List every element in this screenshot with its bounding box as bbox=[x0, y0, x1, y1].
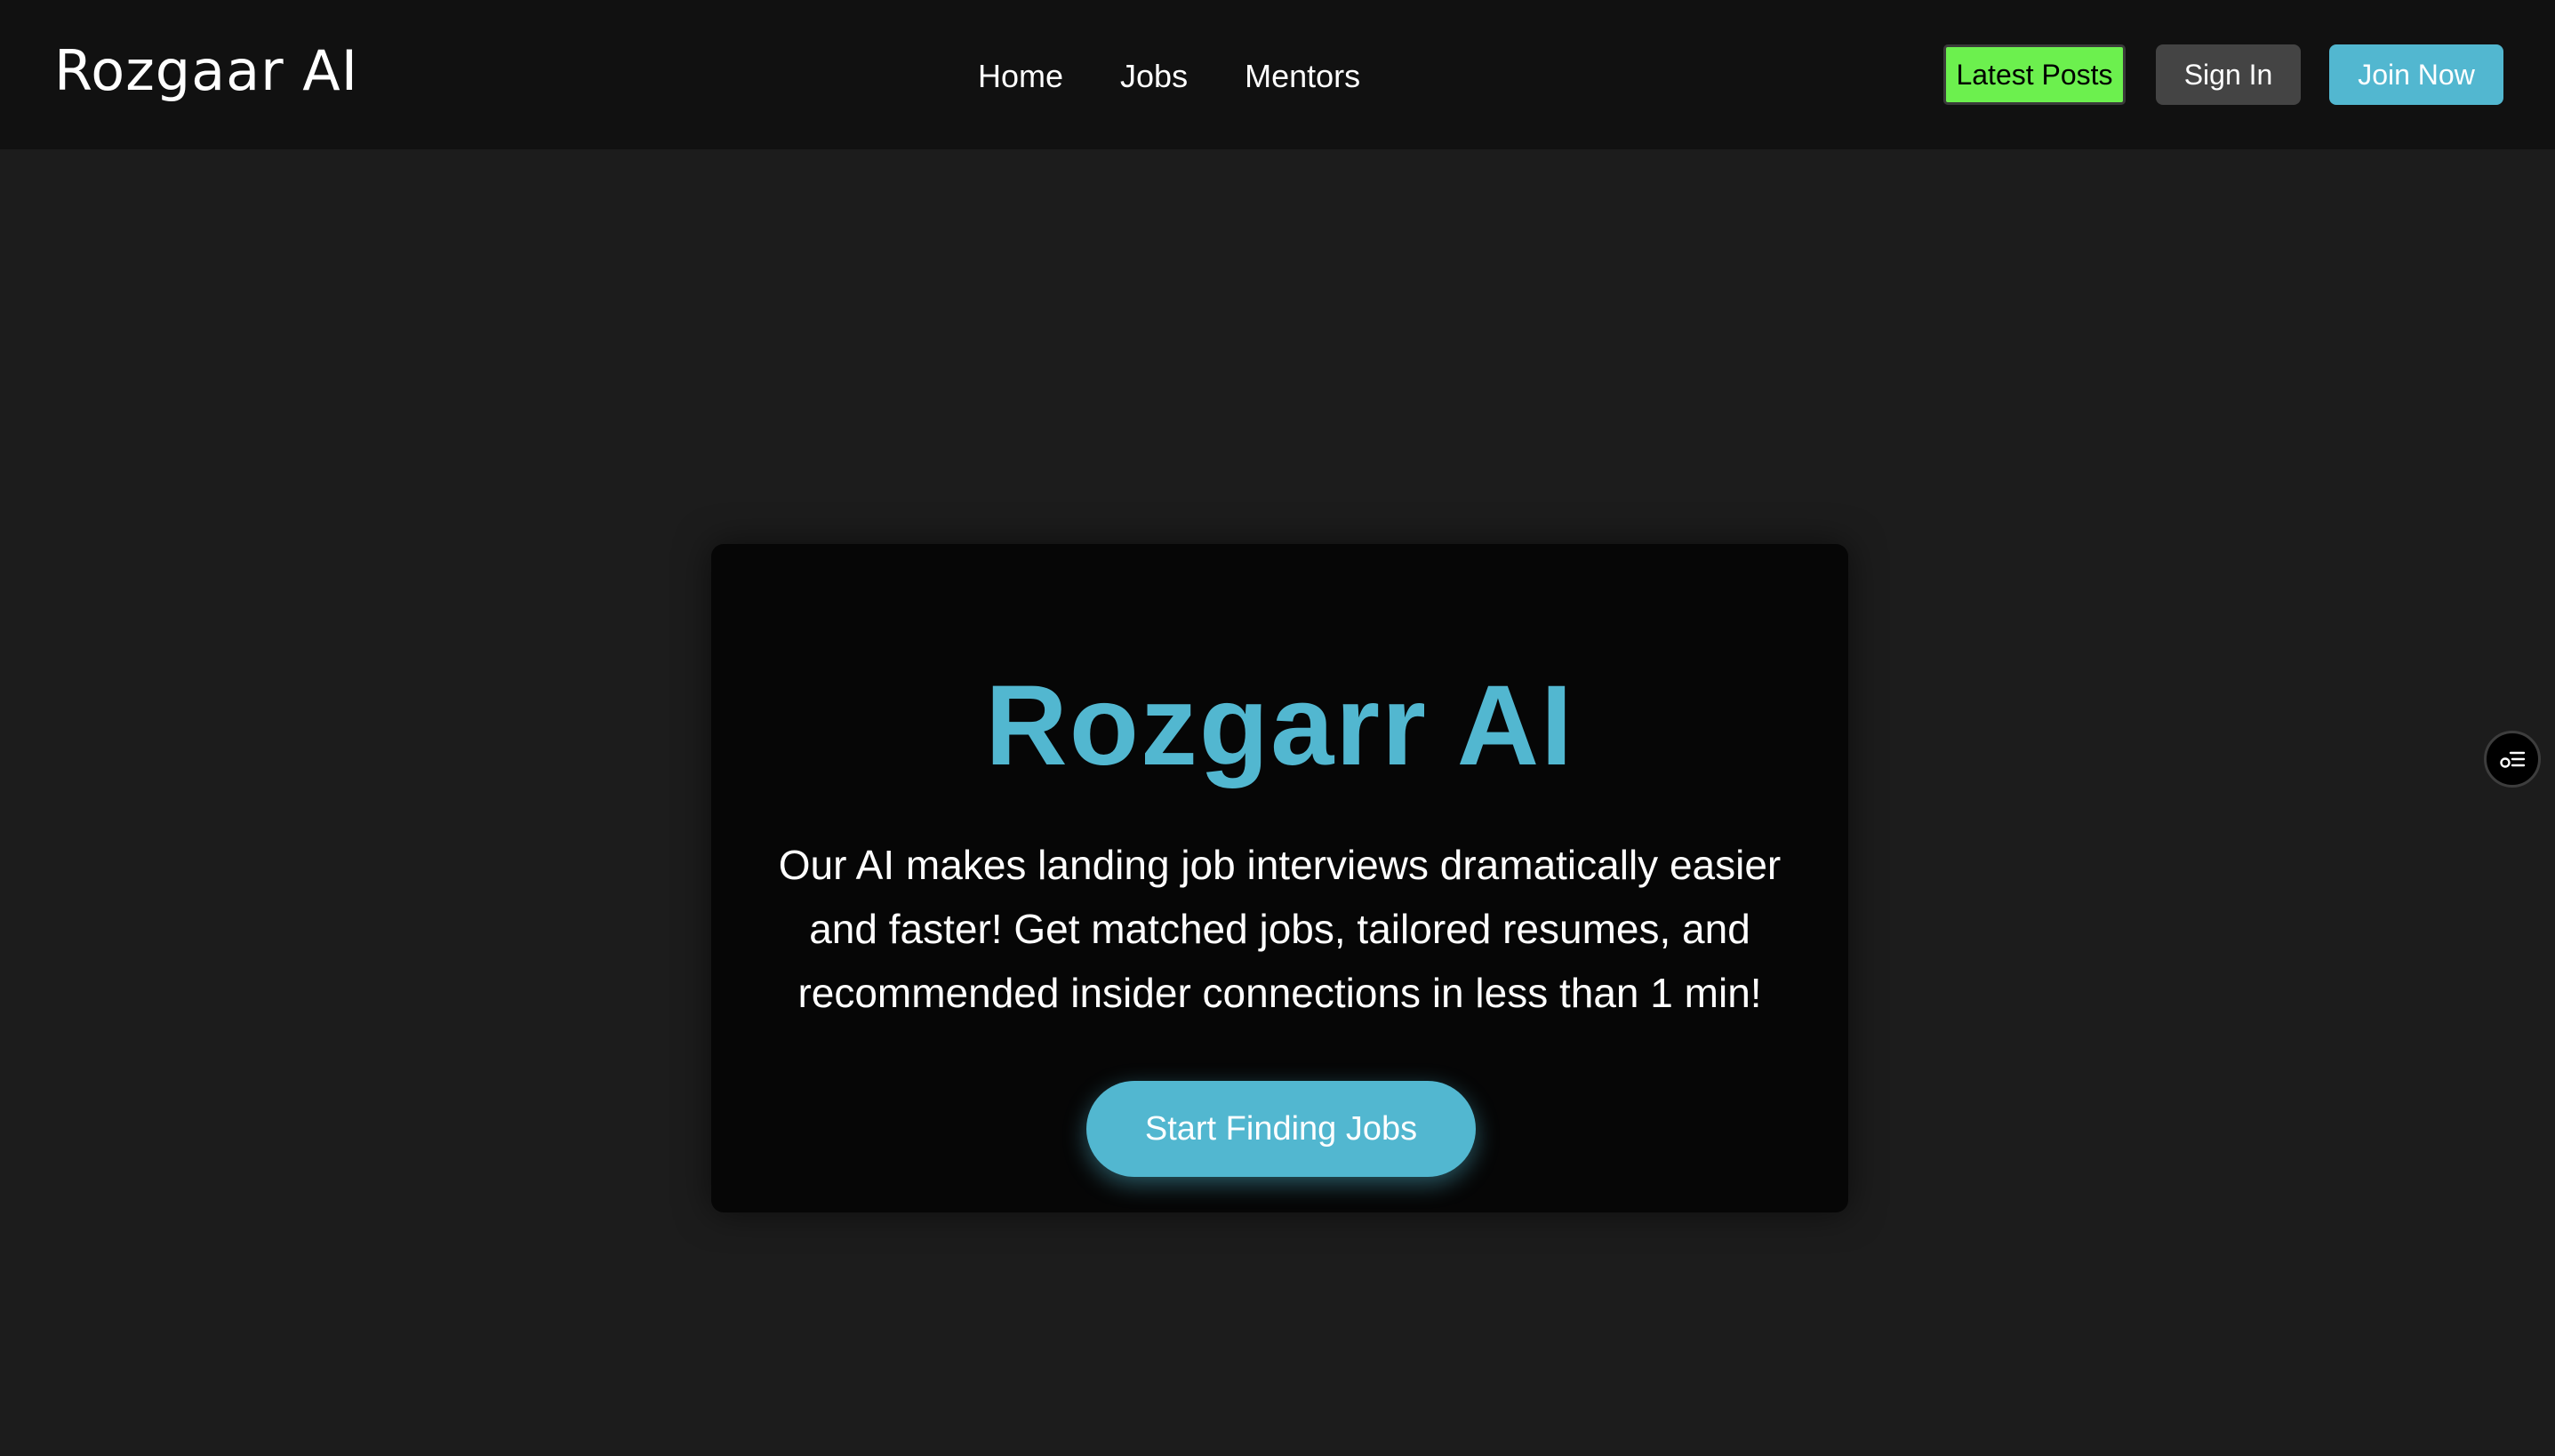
latest-posts-button[interactable]: Latest Posts bbox=[1943, 44, 2126, 105]
nav-link-jobs[interactable]: Jobs bbox=[1120, 50, 1188, 103]
sign-in-button[interactable]: Sign In bbox=[2156, 44, 2301, 105]
top-navbar: Rozgaar AI Home Jobs Mentors Latest Post… bbox=[0, 0, 2555, 149]
site-logo[interactable]: Rozgaar AI bbox=[54, 36, 358, 107]
floating-menu-button[interactable] bbox=[2484, 731, 2541, 788]
main-nav: Home Jobs Mentors bbox=[978, 50, 1360, 103]
start-finding-jobs-button[interactable]: Start Finding Jobs bbox=[1086, 1081, 1476, 1177]
hero-card: Rozgarr AI Our AI makes landing job inte… bbox=[711, 544, 1848, 1212]
nav-link-home[interactable]: Home bbox=[978, 50, 1063, 103]
nav-link-mentors[interactable]: Mentors bbox=[1245, 50, 1360, 103]
join-now-button[interactable]: Join Now bbox=[2329, 44, 2503, 105]
list-settings-icon bbox=[2500, 751, 2526, 768]
hero-title: Rozgarr AI bbox=[985, 662, 1574, 789]
hero-description: Our AI makes landing job interviews dram… bbox=[778, 842, 1782, 1016]
